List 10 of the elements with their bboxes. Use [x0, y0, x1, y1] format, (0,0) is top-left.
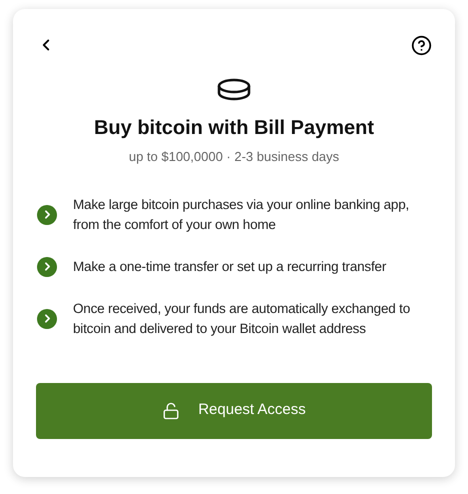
feature-text: Once received, your funds are automatically exchanged to bitcoin and delivered to your Bitcoin wallet address [73, 300, 411, 338]
request-access-button[interactable]: Request Access [36, 382, 432, 438]
coin-icon [217, 78, 251, 102]
lock-icon [162, 402, 180, 420]
page-title: Buy bitcoin with Bill Payment [92, 116, 376, 141]
feature-text: Make a one-time transfer or set up a recurring transfer [73, 258, 388, 276]
help-icon [410, 34, 432, 56]
help-button[interactable] [410, 34, 432, 56]
subtitle: up to $100,0000 · 2-3 business days [128, 148, 340, 166]
feature-text: Make large bitcoin purchases via your online banking app, from the comfort of your own home [73, 196, 410, 234]
